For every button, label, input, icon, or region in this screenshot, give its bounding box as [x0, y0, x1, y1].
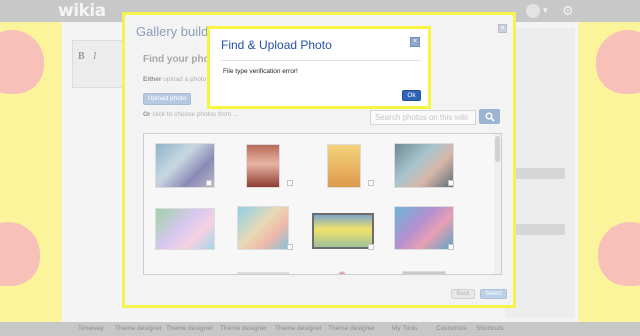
error-message: File type verification error! — [223, 68, 298, 75]
close-icon[interactable]: × — [410, 37, 420, 47]
photo-thumbnail[interactable] — [312, 213, 374, 249]
chevron-down-icon: ▾ — [543, 5, 548, 15]
photo-thumbnail[interactable] — [327, 144, 361, 188]
photo-checkbox[interactable] — [368, 244, 374, 250]
right-background-art — [570, 22, 640, 322]
upload-instructions: Either upload a photo — [143, 76, 206, 83]
photo-thumbnail[interactable] — [237, 272, 289, 274]
rail-button — [515, 168, 565, 179]
or-text: click to choose photos from ... — [150, 111, 239, 118]
footer-link[interactable]: My Tools — [392, 325, 418, 332]
photo-thumbnail[interactable] — [394, 143, 454, 188]
footer-link[interactable]: Theme designer — [166, 325, 213, 332]
search-button[interactable] — [479, 109, 500, 124]
rail-button — [515, 224, 565, 235]
left-background-art — [0, 22, 70, 322]
photo-thumbnail[interactable] — [237, 206, 289, 250]
wikia-logo: wikia — [58, 1, 106, 21]
footer-link[interactable]: Theme designer — [328, 325, 375, 332]
footer-link[interactable]: Theme designer — [220, 325, 267, 332]
photo-thumbnail[interactable] — [246, 144, 280, 188]
photo-thumbnail[interactable] — [402, 271, 446, 274]
photo-grid — [143, 133, 502, 275]
photo-checkbox[interactable] — [448, 244, 454, 250]
photo-checkbox[interactable] — [368, 180, 374, 186]
back-button[interactable]: Back — [451, 289, 475, 299]
or-label: Or — [143, 111, 151, 118]
photo-thumbnail[interactable] — [155, 208, 215, 250]
patrick-star-decoration — [598, 222, 640, 286]
photo-checkbox[interactable] — [206, 180, 212, 186]
close-icon[interactable]: × — [498, 24, 507, 33]
error-dialog: Find & Upload Photo × File type verifica… — [207, 26, 431, 109]
footer-link[interactable]: Customize — [436, 325, 467, 332]
divider — [221, 60, 421, 61]
ok-button[interactable]: Ok — [402, 90, 421, 101]
avatar — [526, 4, 540, 18]
upload-photo-button[interactable]: Upload photo — [143, 93, 191, 105]
footer-link[interactable]: Theme designer — [275, 325, 322, 332]
either-label: Either — [143, 76, 162, 83]
choose-instructions: Or click to choose photos from ... — [143, 111, 238, 118]
either-text: upload a photo — [161, 76, 207, 83]
gear-icon: ⚙ — [562, 3, 574, 18]
patrick-star-decoration — [596, 30, 640, 94]
bold-icon: B — [78, 51, 85, 62]
footer-link[interactable]: Theme designer — [115, 325, 162, 332]
dialog-title: Find & Upload Photo — [221, 38, 332, 52]
photo-checkbox[interactable] — [448, 180, 454, 186]
grid-scrollbar[interactable] — [494, 134, 501, 274]
patrick-star-decoration — [0, 222, 40, 286]
photo-thumbnail[interactable] — [338, 271, 346, 274]
photo-checkbox[interactable] — [287, 244, 293, 250]
photo-checkbox[interactable] — [287, 180, 293, 186]
patrick-star-decoration — [0, 30, 44, 94]
footer-link[interactable]: Shortcuts — [476, 325, 503, 332]
search-icon — [485, 112, 495, 122]
scrollbar-thumb[interactable] — [495, 136, 500, 162]
italic-icon: I — [93, 51, 97, 62]
search-input[interactable]: Search photos on this wiki — [370, 110, 476, 125]
footer-link[interactable]: Timeway — [78, 325, 104, 332]
select-button[interactable]: Select — [480, 289, 507, 299]
photo-thumbnail[interactable] — [394, 206, 454, 250]
